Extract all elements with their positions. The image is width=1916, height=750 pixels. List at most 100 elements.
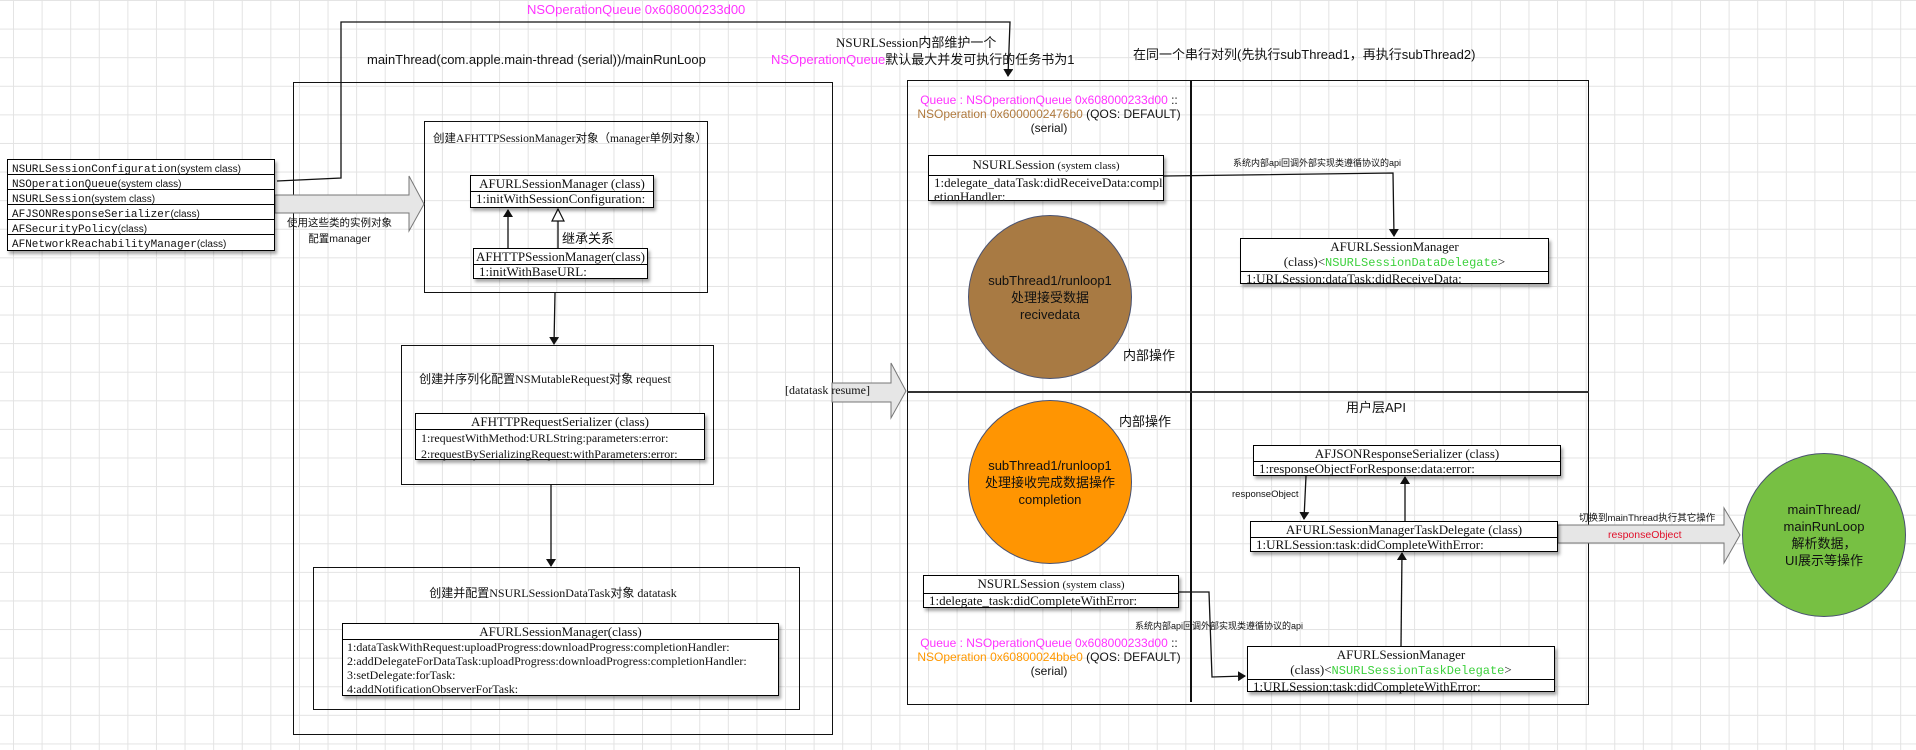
class-header: AFURLSessionManager (class)<NSURLSession… (1241, 239, 1548, 272)
main-thread-label: mainThread(com.apple.main-thread (serial… (367, 52, 706, 67)
switch-thread-label: 切换到mainThread执行其它操作 (1579, 513, 1716, 524)
circle-line: completion (1018, 491, 1082, 507)
circle-line: subThread1/runloop1 (988, 272, 1112, 288)
session-note-rest: 默认最大并发可执行的任务书为1 (885, 52, 1075, 67)
queue-name: Queue : NSOperationQueue 0x608000233d00 (920, 93, 1168, 107)
class-header: AFURLSessionManager(class) (343, 624, 778, 640)
class-method: 1:requestWithMethod:URLString:parameters… (421, 431, 669, 445)
class-method: 1:initWithSessionConfiguration: (476, 191, 646, 206)
bottom-queue-info: Queue : NSOperationQueue 0x608000233d00 … (907, 636, 1191, 678)
internal-op-label-1: 内部操作 (1123, 348, 1176, 363)
queue-serial: (serial) (1030, 121, 1068, 135)
operation-qos: (QOS: DEFAULT) (1082, 650, 1181, 664)
class-method: 2:addDelegateForDataTask:uploadProgress:… (347, 654, 747, 668)
internal-op-label-2: 内部操作 (1119, 414, 1172, 429)
class-box-af-http-session-manager: AFHTTPSessionManager(class) 1:initWithBa… (473, 248, 648, 279)
queue-serial: (serial) (1030, 664, 1068, 678)
panel-divider-horizontal (907, 391, 1589, 393)
serial-queue-note: 在同一个串行对列(先执行subThread1，再执行subThread2) (1133, 47, 1476, 62)
receive-data-circle: subThread1/runloop1 处理接受数据 recivedata (968, 215, 1132, 379)
class-method: 3:setDelegate:forTask: (347, 668, 456, 682)
circle-line: mainRunLoop (1783, 519, 1865, 534)
class-method: 1:delegate_task:didCompleteWithError: (929, 593, 1138, 608)
operation-qos: (QOS: DEFAULT) (1082, 107, 1181, 121)
response-object-label: responseObject (1232, 489, 1299, 500)
class-box-af-url-session-manager-task-delegate: AFURLSessionManagerTaskDelegate (class) … (1250, 521, 1558, 552)
class-header: AFJSONResponseSerializer (class) (1254, 446, 1560, 462)
class-box-af-http-request-serializer: AFHTTPRequestSerializer (class) 1:reques… (415, 413, 705, 461)
create-datatask-title: 创建并配置NSURLSessionDataTask对象 datatask (429, 586, 677, 600)
switch-payload-label: responseObject (1608, 529, 1682, 541)
class-name: AFURLSessionManager (1336, 647, 1466, 662)
class-method: 1:delegate_dataTask:didReceiveData:compl (934, 175, 1163, 190)
class-header: AFURLSessionManagerTaskDelegate (class) (1251, 522, 1557, 538)
class-method: 1:URLSession:task:didCompleteWithError: (1256, 537, 1484, 552)
top-queue-info: Queue : NSOperationQueue 0x608000233d00 … (907, 93, 1191, 135)
class-box-nsurlsession-complete: NSURLSession (system class) 1:delegate_t… (923, 575, 1179, 608)
class-method: 1:initWithBaseURL: (479, 264, 587, 279)
class-header: NSURLSession (system class) (929, 156, 1163, 176)
operation-id: NSOperation 0x60800024bbe0 (917, 650, 1083, 664)
class-list-item: NSURLSessionConfiguration(system class) (8, 160, 274, 176)
config-arrow-label: 使用这些类的实例对象配置manager (287, 217, 392, 245)
callback-label-complete: 系统内部api回调外部实现类遵循协议的api (1135, 621, 1304, 631)
circle-line: 处理接收完成数据操作 (984, 474, 1115, 490)
circle-line: subThread1/runloop1 (988, 457, 1112, 473)
class-method: 1:responseObjectForResponse:data:error: (1259, 461, 1475, 476)
class-name: NSURLSession (977, 576, 1060, 591)
class-box-af-json-response-serializer: AFJSONResponseSerializer (class) 1:respo… (1253, 445, 1561, 476)
class-list-item: AFSecurityPolicy(class) (8, 220, 274, 236)
session-note-line2: NSOperationQueue默认最大并发可执行的任务书为1 (771, 49, 1074, 68)
main-thread-circle: mainThread/mainRunLoop 解析数据， UI展示等操作 (1742, 453, 1906, 617)
class-box-nsurlsession-receive: NSURLSession (system class) 1:delegate_d… (928, 155, 1164, 204)
circle-line: mainThread/ (1787, 502, 1861, 517)
callback-label-receive: 系统内部api回调外部实现类遵循协议的api (1233, 158, 1402, 168)
class-method: 2:requestBySerializingRequest:withParame… (421, 447, 678, 461)
class-method: 1:dataTaskWithRequest:uploadProgress:dow… (347, 640, 730, 654)
class-box-af-url-session-manager-task-delegate-protocol: AFURLSessionManager (class)<NSURLSession… (1247, 646, 1555, 694)
complete-data-circle: subThread1/runloop1 处理接收完成数据操作 completion (968, 400, 1132, 564)
protocol-close: > (1504, 662, 1512, 677)
class-box-af-url-session-manager-data-delegate: AFURLSessionManager (class)<NSURLSession… (1240, 238, 1549, 286)
circle-line: recivedata (1020, 306, 1080, 322)
class-kind: (system class) (1054, 160, 1120, 172)
circle-line: 处理接受数据 (1010, 289, 1089, 305)
class-method: 1:URLSession:dataTask:didReceiveData: (1246, 271, 1462, 286)
class-kind: (class)< (1283, 254, 1326, 269)
class-method: 4:addNotificationObserverForTask: (347, 682, 519, 696)
circle-line: UI展示等操作 (1784, 553, 1863, 568)
class-header: AFHTTPRequestSerializer (class) (416, 414, 704, 430)
session-note-queue: NSOperationQueue (771, 52, 886, 67)
queue-address-label: NSOperationQueue 0x608000233d00 (527, 2, 746, 17)
create-manager-title: 创建AFHTTPSessionManager对象（manager单例对象） (433, 133, 708, 145)
class-box-af-url-session-manager-datatask: AFURLSessionManager(class) 1:dataTaskWit… (342, 623, 779, 696)
class-header: AFURLSessionManager (class) (471, 176, 653, 192)
protocol-close: > (1497, 254, 1506, 269)
class-list: NSURLSessionConfiguration(system class) … (7, 159, 275, 251)
datatask-resume-label: [datatask resume] (785, 383, 870, 397)
circle-line: 解析数据， (1791, 536, 1857, 551)
class-header: NSURLSession (system class) (924, 576, 1178, 594)
class-box-af-url-session-manager: AFURLSessionManager (class) 1:initWithSe… (470, 175, 654, 208)
class-list-item: AFNetworkReachabilityManager(class) (12, 239, 227, 251)
class-kind: (class)< (1290, 662, 1332, 677)
operation-id: NSOperation 0x6000002476b0 (917, 107, 1083, 121)
class-list-item: NSURLSession(system class) (8, 190, 274, 206)
class-name: NSURLSession (972, 157, 1055, 172)
class-method: 1:URLSession:task:didCompleteWithError: (1253, 679, 1481, 694)
class-list-item: NSOperationQueue(system class) (8, 175, 274, 191)
queue-separator: :: (1167, 636, 1178, 650)
class-list-item: AFJSONResponseSerializer(class) (8, 205, 274, 221)
class-kind: (system class) (1059, 579, 1125, 591)
protocol-name: NSURLSessionTaskDelegate (1331, 664, 1505, 678)
user-api-label: 用户层API (1346, 400, 1406, 415)
inherit-label: 继承关系 (562, 231, 615, 246)
class-method: etionHandler: (934, 189, 1006, 204)
class-header: AFHTTPSessionManager(class) (474, 249, 647, 265)
protocol-name: NSURLSessionDataDelegate (1325, 256, 1498, 270)
queue-separator: :: (1167, 93, 1178, 107)
queue-name: Queue : NSOperationQueue 0x608000233d00 (920, 636, 1168, 650)
class-name: AFURLSessionManager (1330, 239, 1459, 254)
create-request-title: 创建并序列化配置NSMutableRequest对象 request (419, 372, 671, 386)
class-header: AFURLSessionManager (class)<NSURLSession… (1248, 647, 1554, 680)
